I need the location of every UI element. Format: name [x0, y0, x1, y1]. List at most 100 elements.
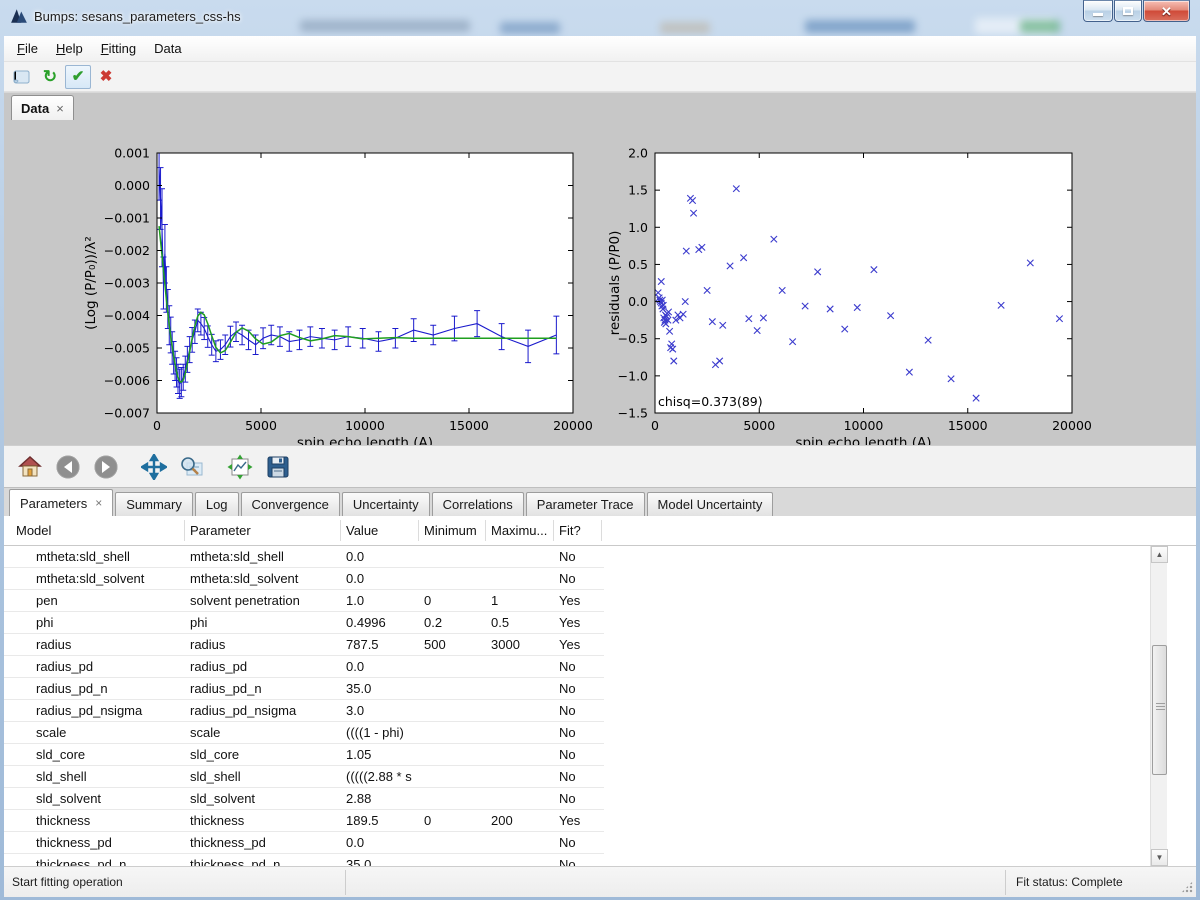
svg-text:2.0: 2.0	[628, 146, 648, 161]
close-icon: ✕	[1161, 5, 1172, 18]
svg-text:5000: 5000	[245, 418, 277, 433]
zoom-rect-button[interactable]	[176, 451, 208, 483]
minimize-button[interactable]	[1083, 0, 1113, 22]
col-maximum[interactable]: Maximu...	[491, 523, 547, 538]
accept-icon: ✔	[72, 69, 85, 84]
svg-text:−0.003: −0.003	[104, 276, 150, 291]
scroll-up-icon[interactable]: ▲	[1151, 546, 1168, 563]
menu-help[interactable]: Help	[47, 37, 92, 60]
svg-text:chisq=0.373(89): chisq=0.373(89)	[658, 394, 763, 409]
col-model[interactable]: Model	[16, 523, 51, 538]
svg-text:20000: 20000	[1052, 418, 1092, 433]
forward-icon	[93, 454, 119, 480]
glass-reflection	[1020, 20, 1060, 33]
tab-log[interactable]: Log	[195, 492, 239, 516]
app-icon[interactable]	[10, 7, 28, 25]
close-button[interactable]: ✕	[1143, 0, 1190, 22]
table-row[interactable]: radius radius 787.5 500 3000 Yes	[4, 634, 1146, 656]
col-minimum[interactable]: Minimum	[424, 523, 477, 538]
tab-summary[interactable]: Summary	[115, 492, 193, 516]
save-button[interactable]	[262, 451, 294, 483]
document-tabstrip: Data ×	[4, 92, 1196, 120]
svg-text:0: 0	[153, 418, 161, 433]
resize-grip[interactable]	[1181, 881, 1193, 893]
table-row[interactable]: sld_solvent sld_solvent 2.88 No	[4, 788, 1146, 810]
svg-text:−0.005: −0.005	[104, 341, 150, 356]
svg-text:15000: 15000	[948, 418, 988, 433]
caption-buttons: ✕	[1083, 0, 1190, 22]
svg-text:1.5: 1.5	[628, 183, 648, 198]
col-fit[interactable]: Fit?	[559, 523, 581, 538]
tab-close-icon[interactable]: ×	[95, 496, 102, 510]
tab-parameter-trace[interactable]: Parameter Trace	[526, 492, 645, 516]
menu-fitting[interactable]: Fitting	[92, 37, 145, 60]
forward-button[interactable]	[90, 451, 122, 483]
glass-reflection	[500, 22, 560, 34]
svg-text:(Log (P/P₀))/λ²: (Log (P/P₀))/λ²	[83, 236, 99, 330]
results-tabstrip: Parameters× Summary Log Convergence Unce…	[4, 487, 1196, 516]
table-row[interactable]: thickness thickness 189.5 0 200 Yes	[4, 810, 1146, 832]
table-row[interactable]: radius_pd_nsigma radius_pd_nsigma 3.0 No	[4, 700, 1146, 722]
table-row[interactable]: radius_pd_n radius_pd_n 35.0 No	[4, 678, 1146, 700]
svg-text:−0.002: −0.002	[104, 243, 150, 258]
svg-text:−1.0: −1.0	[618, 368, 648, 383]
table-row[interactable]: mtheta:sld_solvent mtheta:sld_solvent 0.…	[4, 568, 1146, 590]
svg-text:0: 0	[651, 418, 659, 433]
svg-text:0.000: 0.000	[114, 178, 150, 193]
tab-close-icon[interactable]: ×	[56, 101, 64, 116]
col-parameter[interactable]: Parameter	[190, 523, 251, 538]
svg-text:0.5: 0.5	[628, 257, 648, 272]
glass-reflection	[300, 20, 470, 32]
svg-text:spin echo length (A): spin echo length (A)	[795, 435, 931, 445]
menu-data[interactable]: Data	[145, 37, 190, 60]
script-button[interactable]	[9, 65, 35, 89]
client-area: File Help Fitting Data ↻ ✔ ✖ Data ×	[4, 36, 1196, 897]
reload-button[interactable]: ↻	[37, 65, 63, 89]
svg-text:1.0: 1.0	[628, 220, 648, 235]
tab-model-uncertainty[interactable]: Model Uncertainty	[647, 492, 774, 516]
svg-text:15000: 15000	[449, 418, 489, 433]
maximize-button[interactable]	[1114, 0, 1142, 22]
menu-bar: File Help Fitting Data	[4, 36, 1196, 62]
table-row[interactable]: mtheta:sld_shell mtheta:sld_shell 0.0 No	[4, 546, 1146, 568]
back-button[interactable]	[52, 451, 84, 483]
table-scrollbar[interactable]: ▲ ▼	[1150, 546, 1167, 866]
zoom-rect-icon	[179, 454, 205, 480]
table-row[interactable]: phi phi 0.4996 0.2 0.5 Yes	[4, 612, 1146, 634]
scroll-thumb[interactable]	[1152, 645, 1167, 775]
pan-button[interactable]	[138, 451, 170, 483]
tab-correlations[interactable]: Correlations	[432, 492, 524, 516]
table-row[interactable]: thickness_pd_n thickness_pd_n 35.0 No	[4, 854, 1146, 866]
table-row[interactable]: sld_core sld_core 1.05 No	[4, 744, 1146, 766]
col-value[interactable]: Value	[346, 523, 378, 538]
table-row[interactable]: thickness_pd thickness_pd 0.0 No	[4, 832, 1146, 854]
svg-text:0.0: 0.0	[628, 294, 648, 309]
cancel-button[interactable]: ✖	[93, 65, 119, 89]
menu-file[interactable]: File	[8, 37, 47, 60]
minimize-icon	[1093, 13, 1103, 16]
tab-data[interactable]: Data ×	[11, 95, 74, 120]
svg-text:−1.5: −1.5	[618, 406, 648, 421]
tab-uncertainty[interactable]: Uncertainty	[342, 492, 430, 516]
table-body: mtheta:sld_shell mtheta:sld_shell 0.0 No…	[4, 546, 1196, 866]
reload-icon: ↻	[43, 68, 57, 85]
glass-reflection	[805, 20, 915, 33]
tab-parameters[interactable]: Parameters×	[9, 489, 113, 516]
figure-panel: 050001000015000200000.0010.000−0.001−0.0…	[4, 120, 1196, 445]
table-row[interactable]: sld_shell sld_shell (((((2.88 * s No	[4, 766, 1146, 788]
accept-button[interactable]: ✔	[65, 65, 91, 89]
tab-convergence[interactable]: Convergence	[241, 492, 340, 516]
table-row[interactable]: scale scale ((((1 - phi) No	[4, 722, 1146, 744]
title-bar[interactable]: Bumps: sesans_parameters_css-hs ✕	[0, 0, 1200, 36]
table-row[interactable]: radius_pd radius_pd 0.0 No	[4, 656, 1146, 678]
svg-text:residuals (P/P0): residuals (P/P0)	[607, 231, 623, 336]
home-icon	[17, 454, 43, 480]
svg-text:−0.007: −0.007	[104, 406, 150, 421]
home-button[interactable]	[14, 451, 46, 483]
scroll-down-icon[interactable]: ▼	[1151, 849, 1168, 866]
table-row[interactable]: pen solvent penetration 1.0 0 1 Yes	[4, 590, 1146, 612]
window-title: Bumps: sesans_parameters_css-hs	[34, 9, 241, 24]
fit-status: Fit status: Complete	[1016, 875, 1123, 889]
save-icon	[265, 454, 291, 480]
configure-subplots-button[interactable]	[224, 451, 256, 483]
